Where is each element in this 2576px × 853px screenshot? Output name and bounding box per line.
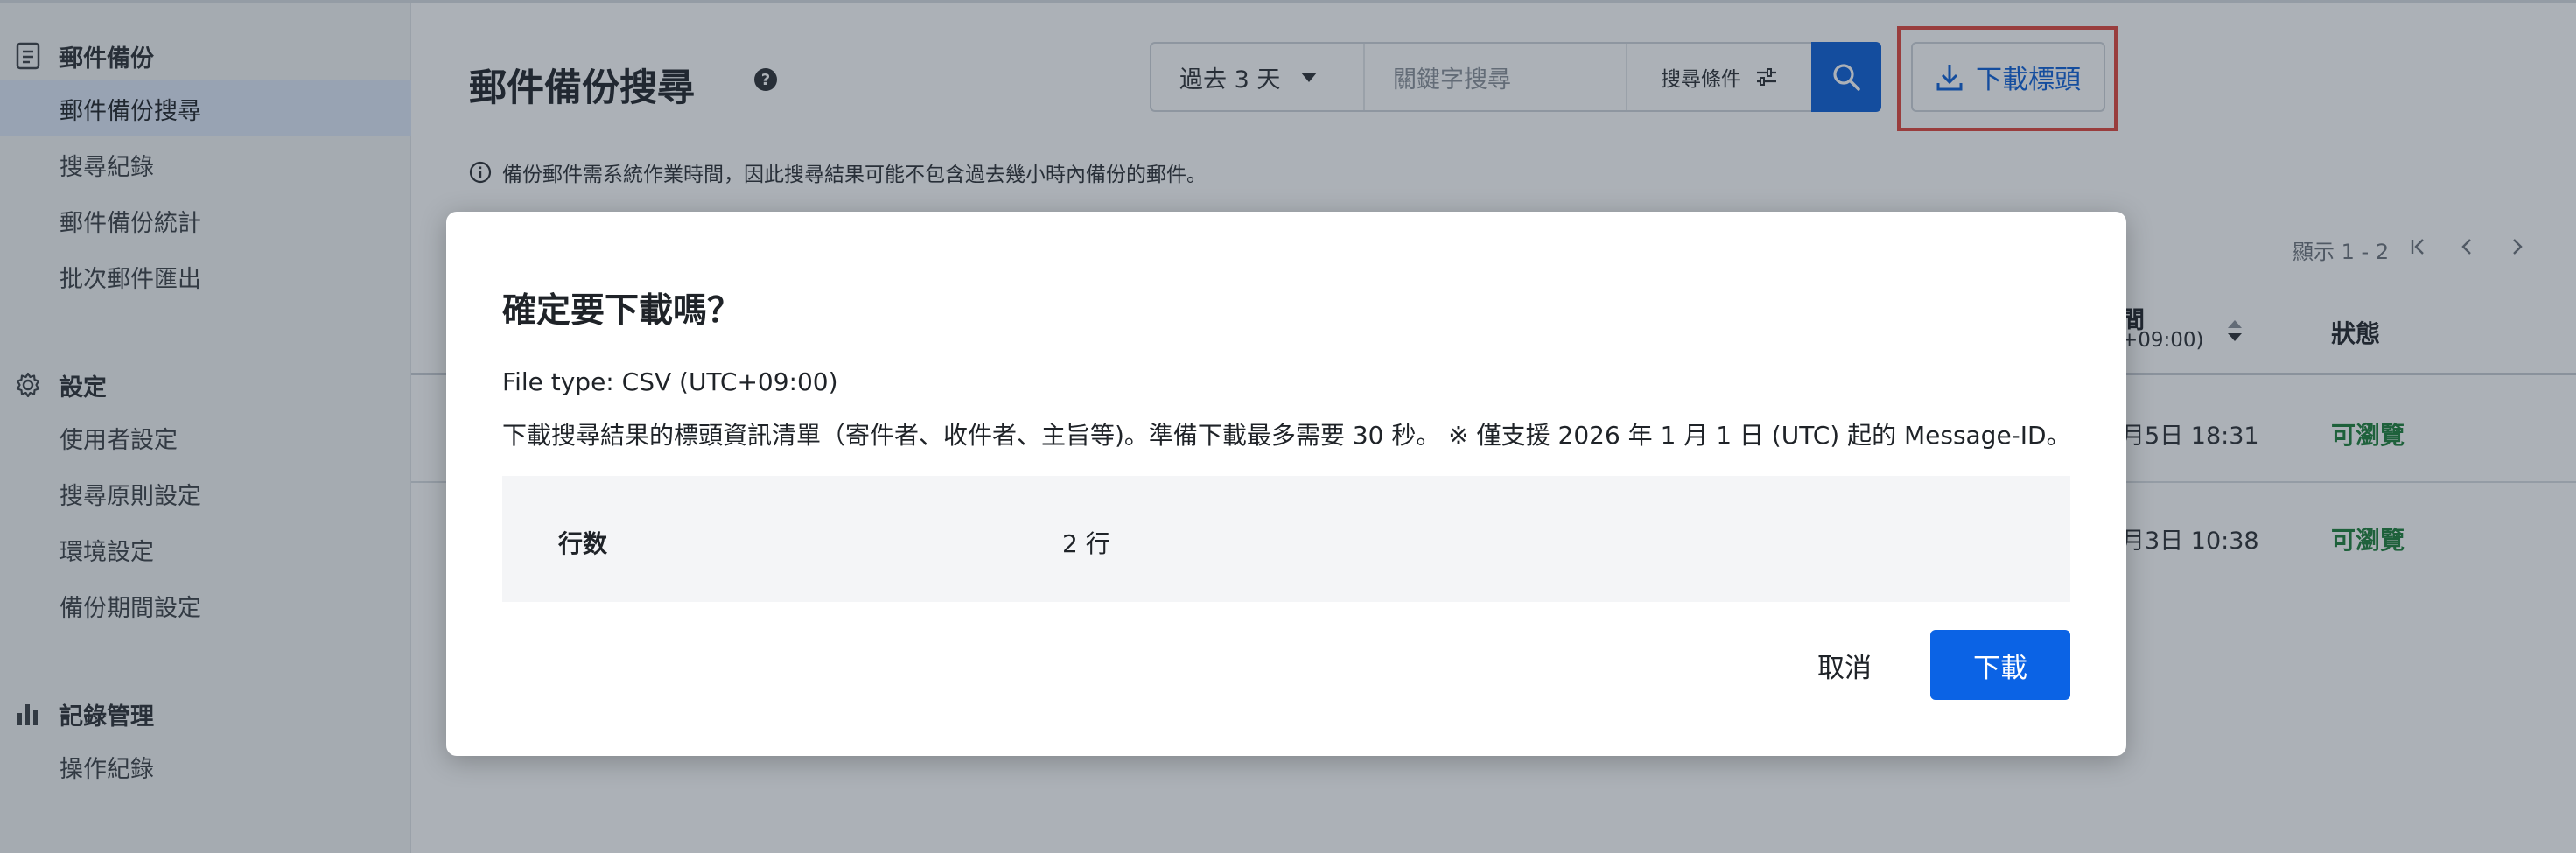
dialog-title: 確定要下載嗎？ — [502, 291, 742, 331]
dialog-file-type: File type: CSV (UTC+09:00) — [502, 367, 838, 396]
download-label: 下載 — [1973, 652, 2027, 684]
dialog-description: 下載搜尋結果的標頭資訊清單（寄件者、收件者、主旨等)。準備下載最多需要 30 秒… — [502, 421, 2071, 450]
app: 郵件備份 郵件備份搜尋 搜尋紀錄 郵件備份統計 批次郵件匯出 設定 使用者設定 … — [0, 0, 2576, 853]
download-confirm-dialog: 確定要下載嗎？ File type: CSV (UTC+09:00) 下載搜尋結… — [446, 212, 2126, 756]
rows-value: 2 行 — [1062, 529, 1110, 558]
rows-label: 行数 — [558, 529, 608, 558]
dialog-summary-box: 行数 2 行 — [502, 476, 2070, 602]
cancel-label: 取消 — [1817, 652, 1872, 684]
download-button[interactable]: 下載 — [1930, 630, 2070, 700]
cancel-button[interactable]: 取消 — [1783, 630, 1906, 700]
